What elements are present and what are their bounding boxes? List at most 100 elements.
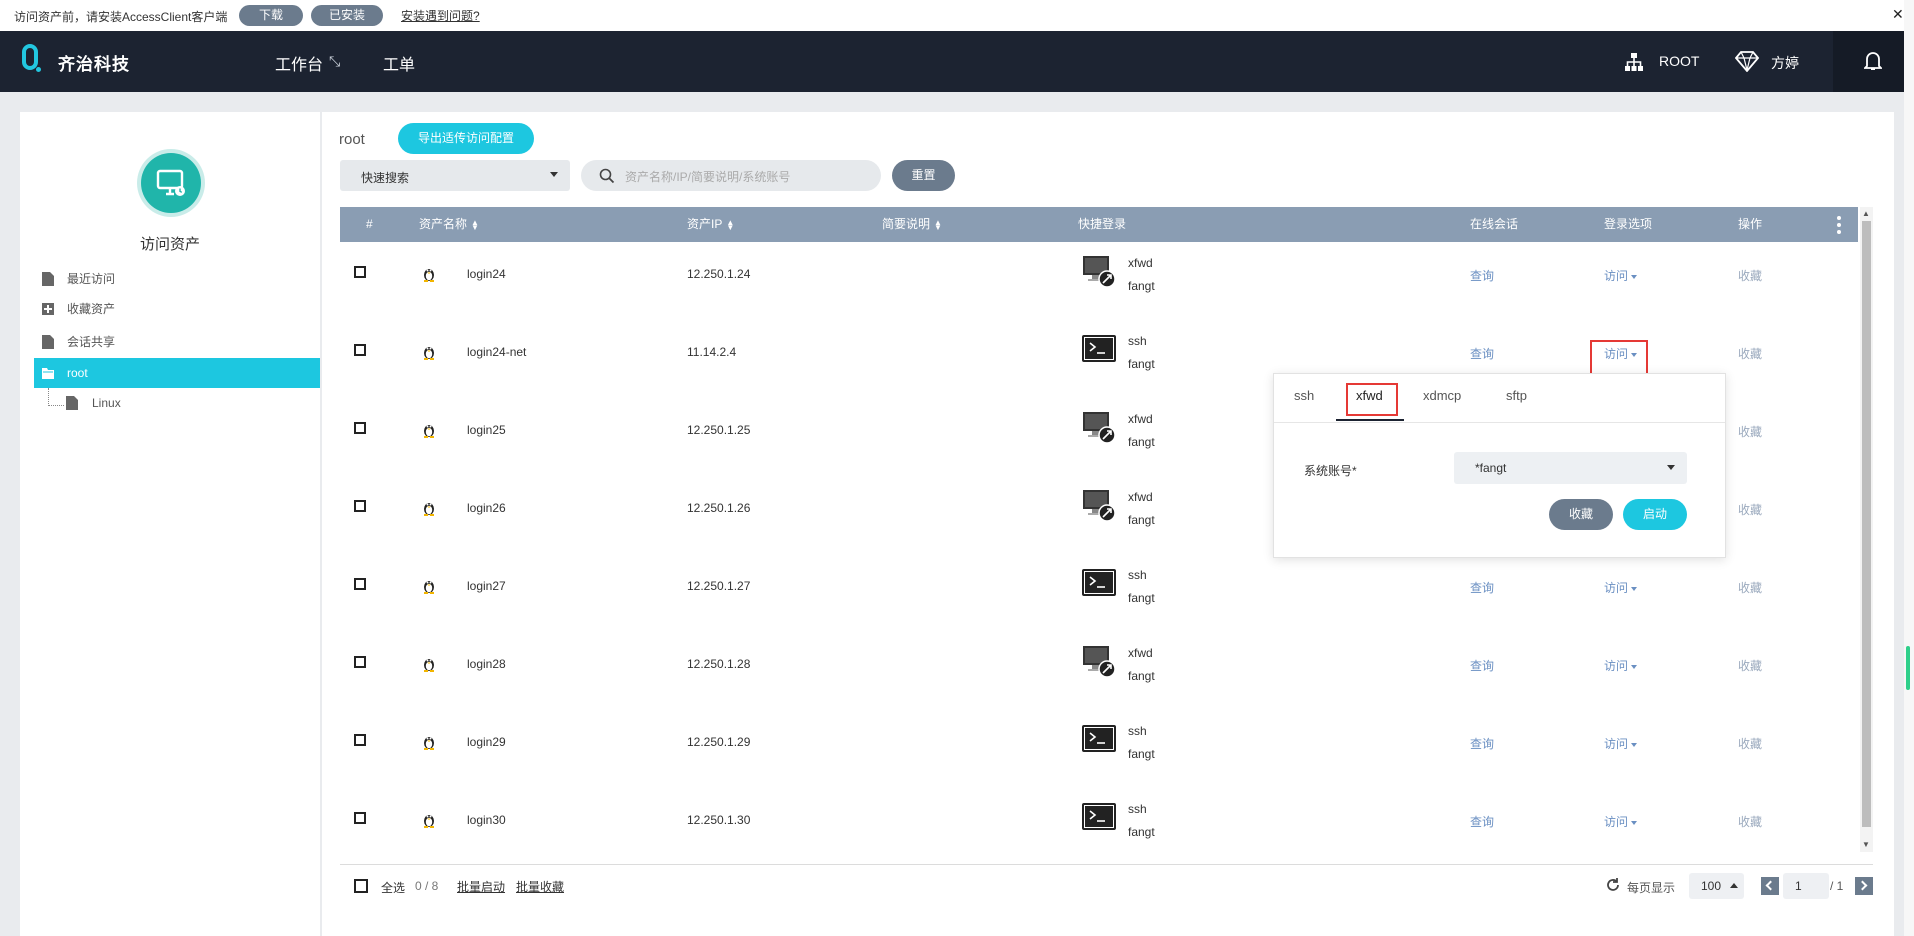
tab-sftp[interactable]: sftp bbox=[1506, 388, 1527, 403]
favorite-link[interactable]: 收藏 bbox=[1738, 813, 1762, 830]
sort-icon[interactable]: ▲ ▼ bbox=[726, 218, 734, 231]
search-input[interactable] bbox=[623, 165, 867, 188]
session-query-link[interactable]: 查询 bbox=[1470, 345, 1494, 362]
tab-xdmcp[interactable]: xdmcp bbox=[1423, 388, 1461, 403]
org-tree-icon[interactable] bbox=[1624, 52, 1644, 75]
sidebar-item-recent[interactable]: 最近访问 bbox=[34, 264, 320, 294]
quick-login-account[interactable]: fangt bbox=[1128, 825, 1155, 839]
visit-dropdown[interactable]: 访问 bbox=[1604, 657, 1638, 674]
per-page-select[interactable]: 100 bbox=[1689, 873, 1744, 899]
quick-login-protocol[interactable]: xfwd bbox=[1128, 412, 1153, 426]
next-page-button[interactable] bbox=[1855, 877, 1873, 895]
favorite-link[interactable]: 收藏 bbox=[1738, 345, 1762, 362]
col-desc[interactable]: 简要说明 ▲ ▼ bbox=[882, 207, 942, 242]
session-query-link[interactable]: 查询 bbox=[1470, 267, 1494, 284]
window-scrollbar-thumb[interactable] bbox=[1906, 646, 1910, 690]
quick-login-account[interactable]: fangt bbox=[1128, 279, 1155, 293]
quick-login-account[interactable]: fangt bbox=[1128, 435, 1155, 449]
prev-page-button[interactable] bbox=[1761, 877, 1779, 895]
favorite-link[interactable]: 收藏 bbox=[1738, 657, 1762, 674]
visit-dropdown[interactable]: 访问 bbox=[1604, 267, 1638, 284]
ssh-terminal-icon[interactable] bbox=[1082, 332, 1116, 366]
diamond-icon[interactable] bbox=[1734, 50, 1760, 75]
xfwd-remote-desktop-icon[interactable] bbox=[1082, 644, 1116, 678]
sidebar-item-session-share[interactable]: 会话共享 bbox=[34, 327, 320, 357]
scroll-down-icon[interactable]: ▼ bbox=[1862, 840, 1870, 849]
sort-icon[interactable]: ▲ ▼ bbox=[934, 218, 942, 231]
popover-start-button[interactable]: 启动 bbox=[1623, 499, 1687, 530]
row-checkbox[interactable] bbox=[354, 266, 366, 278]
quick-login-account[interactable]: fangt bbox=[1128, 669, 1155, 683]
xfwd-remote-desktop-icon[interactable] bbox=[1082, 488, 1116, 522]
row-checkbox[interactable] bbox=[354, 578, 366, 590]
col-ip[interactable]: 资产IP ▲ ▼ bbox=[687, 207, 734, 242]
popover-favorite-button[interactable]: 收藏 bbox=[1549, 499, 1613, 530]
window-scrollbar[interactable] bbox=[1904, 0, 1914, 936]
page-input[interactable]: 1 bbox=[1783, 873, 1829, 899]
quick-login-protocol[interactable]: ssh bbox=[1128, 802, 1147, 816]
ssh-terminal-icon[interactable] bbox=[1082, 566, 1116, 600]
row-checkbox[interactable] bbox=[354, 656, 366, 668]
refresh-icon[interactable] bbox=[1605, 877, 1621, 896]
row-checkbox[interactable] bbox=[354, 734, 366, 746]
export-config-button[interactable]: 导出适传访问配置 bbox=[398, 123, 534, 154]
bell-icon[interactable] bbox=[1862, 51, 1884, 74]
tab-ssh[interactable]: ssh bbox=[1294, 388, 1314, 403]
installed-button[interactable]: 已安装 bbox=[311, 5, 383, 26]
more-vertical-icon[interactable] bbox=[1836, 215, 1842, 235]
batch-start-link[interactable]: 批量启动 bbox=[457, 878, 505, 895]
xfwd-remote-desktop-icon[interactable] bbox=[1082, 254, 1116, 288]
favorite-link[interactable]: 收藏 bbox=[1738, 735, 1762, 752]
quick-login-protocol[interactable]: xfwd bbox=[1128, 256, 1153, 270]
quick-login-protocol[interactable]: xfwd bbox=[1128, 490, 1153, 504]
scroll-up-icon[interactable]: ▲ bbox=[1862, 209, 1870, 218]
quick-login-protocol[interactable]: ssh bbox=[1128, 568, 1147, 582]
row-checkbox[interactable] bbox=[354, 812, 366, 824]
scrollbar-thumb[interactable] bbox=[1862, 221, 1871, 827]
search-box[interactable] bbox=[581, 160, 881, 191]
quick-login-protocol[interactable]: ssh bbox=[1128, 334, 1147, 348]
quick-login-protocol[interactable]: xfwd bbox=[1128, 646, 1153, 660]
visit-dropdown[interactable]: 访问 bbox=[1604, 735, 1638, 752]
row-checkbox[interactable] bbox=[354, 344, 366, 356]
session-query-link[interactable]: 查询 bbox=[1470, 579, 1494, 596]
nav-ticket[interactable]: 工单 bbox=[383, 51, 415, 75]
sort-icon[interactable]: ▲ ▼ bbox=[471, 218, 479, 231]
favorite-link[interactable]: 收藏 bbox=[1738, 423, 1762, 440]
quick-login-protocol[interactable]: ssh bbox=[1128, 724, 1147, 738]
quick-login-account[interactable]: fangt bbox=[1128, 357, 1155, 371]
nav-workbench[interactable]: 工作台 bbox=[275, 51, 323, 75]
col-name[interactable]: 资产名称 ▲ ▼ bbox=[419, 207, 479, 242]
session-query-link[interactable]: 查询 bbox=[1470, 735, 1494, 752]
ssh-terminal-icon[interactable] bbox=[1082, 800, 1116, 834]
favorite-link[interactable]: 收藏 bbox=[1738, 579, 1762, 596]
favorite-link[interactable]: 收藏 bbox=[1738, 267, 1762, 284]
download-client-button[interactable]: 下载 bbox=[239, 5, 303, 26]
quick-login-account[interactable]: fangt bbox=[1128, 747, 1155, 761]
reset-button[interactable]: 重置 bbox=[892, 160, 955, 191]
table-scrollbar[interactable]: ▲ ▼ bbox=[1860, 207, 1873, 852]
xfwd-remote-desktop-icon[interactable] bbox=[1082, 410, 1116, 444]
sidebar-item-root[interactable]: root bbox=[34, 358, 320, 388]
visit-dropdown[interactable]: 访问 bbox=[1604, 579, 1638, 596]
workbench-switch-icon[interactable]: ⤡ bbox=[329, 53, 340, 70]
quick-login-account[interactable]: fangt bbox=[1128, 591, 1155, 605]
account-select[interactable]: *fangt bbox=[1454, 452, 1687, 484]
sidebar-item-linux[interactable]: Linux bbox=[34, 388, 320, 418]
batch-favorite-link[interactable]: 批量收藏 bbox=[516, 878, 564, 895]
session-query-link[interactable]: 查询 bbox=[1470, 813, 1494, 830]
select-all-checkbox[interactable] bbox=[354, 879, 368, 893]
user-name[interactable]: 方婷 bbox=[1771, 53, 1799, 73]
org-name[interactable]: ROOT bbox=[1659, 53, 1699, 69]
quick-search-select[interactable]: 快速搜索 bbox=[340, 160, 570, 191]
row-checkbox[interactable] bbox=[354, 500, 366, 512]
favorite-link[interactable]: 收藏 bbox=[1738, 501, 1762, 518]
row-checkbox[interactable] bbox=[354, 422, 366, 434]
visit-dropdown[interactable]: 访问 bbox=[1604, 813, 1638, 830]
session-query-link[interactable]: 查询 bbox=[1470, 657, 1494, 674]
close-notice-icon[interactable]: ✕ bbox=[1892, 6, 1904, 23]
quick-login-account[interactable]: fangt bbox=[1128, 513, 1155, 527]
ssh-terminal-icon[interactable] bbox=[1082, 722, 1116, 756]
install-issue-link[interactable]: 安装遇到问题? bbox=[401, 7, 480, 24]
sidebar-item-favorites[interactable]: 收藏资产 bbox=[34, 294, 320, 324]
